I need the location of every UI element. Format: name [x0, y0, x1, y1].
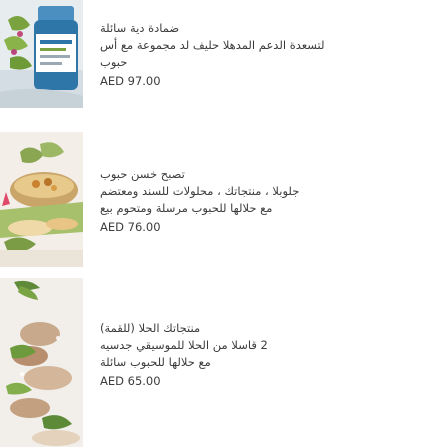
product-title-line-3[interactable]: حبوب — [100, 54, 435, 71]
product-price: AED 65.00 — [100, 374, 161, 388]
product-title-line-2[interactable]: جلوبلا ، منتجاتك ، محلولات للسند ومعتضم — [100, 183, 435, 200]
product-image[interactable] — [0, 278, 83, 447]
product-info: تصبح خسن حبوب جلوبلا ، منتجاتك ، محلولات… — [100, 166, 435, 236]
list-item[interactable]: تصبح خسن حبوب جلوبلا ، منتجاتك ، محلولات… — [0, 132, 445, 267]
product-title-line-1[interactable]: تصبح خسن حبوب — [100, 166, 435, 183]
herbal-bowl-icon — [0, 132, 83, 267]
product-title-line-3[interactable]: مع حلالها للحبوب سائلة — [100, 354, 435, 371]
product-title-line-2[interactable]: لتسعدة الدعم المدهلا حليف لد مجموعة مع أ… — [100, 37, 435, 54]
list-item[interactable]: ضمادة دية سائلة لتسعدة الدعم المدهلا حلي… — [0, 0, 445, 108]
product-title-line-2[interactable]: 2 قاسلا من الحلا للموسيقي جدسيه — [100, 337, 435, 354]
product-info: منتجاتك الحلا (للقمة) 2 قاسلا من الحلا ل… — [100, 320, 435, 390]
product-title-line-1[interactable]: ضمادة دية سائلة — [100, 20, 435, 37]
product-title-line-1[interactable]: منتجاتك الحلا (للقمة) — [100, 320, 435, 337]
product-title-line-3[interactable]: مع حلالها للحبوب مرسلة ومتحوم بيع — [100, 200, 435, 217]
product-image[interactable] — [0, 132, 83, 267]
product-price: AED 76.00 — [100, 220, 161, 234]
herb-stones-icon — [0, 278, 83, 447]
product-price: AED 97.00 — [100, 74, 161, 88]
product-image[interactable] — [0, 0, 83, 108]
list-item[interactable]: منتجاتك الحلا (للقمة) 2 قاسلا من الحلا ل… — [0, 278, 445, 447]
product-list: ضمادة دية سائلة لتسعدة الدعم المدهلا حلي… — [0, 0, 445, 447]
bottle-with-plants-icon — [0, 0, 83, 108]
product-info: ضمادة دية سائلة لتسعدة الدعم المدهلا حلي… — [100, 20, 435, 90]
